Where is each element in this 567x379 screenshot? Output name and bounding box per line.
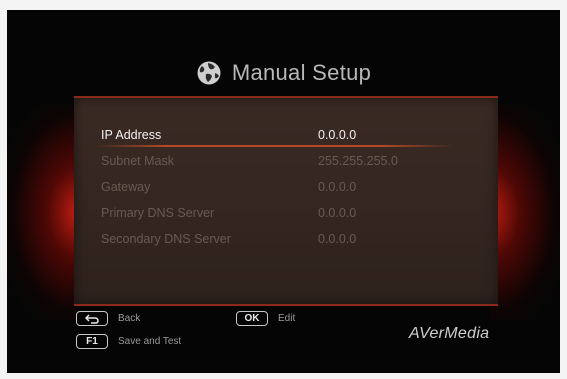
f1-key[interactable]: F1 — [76, 334, 108, 349]
tv-screen: Manual Setup IP Address 0.0.0.0 Subnet M… — [7, 10, 560, 373]
left-red-glow — [7, 105, 77, 320]
footer-hints: Back OK Edit F1 Save and Test AVerMedia — [7, 310, 560, 365]
field-label: Secondary DNS Server — [101, 232, 231, 246]
globe-icon — [197, 61, 221, 85]
field-value: 0.0.0.0 — [318, 232, 357, 246]
brand-logo: AVerMedia — [409, 325, 490, 342]
field-row-primary-dns[interactable]: Primary DNS Server 0.0.0.0 — [74, 202, 498, 226]
settings-panel: IP Address 0.0.0.0 Subnet Mask 255.255.2… — [74, 96, 498, 306]
field-value: 0.0.0.0 — [318, 180, 357, 194]
field-row-subnet-mask[interactable]: Subnet Mask 255.255.255.0 — [74, 150, 498, 174]
field-value: 0.0.0.0 — [318, 128, 357, 142]
field-label: Primary DNS Server — [101, 206, 215, 220]
field-value: 255.255.255.0 — [318, 154, 398, 168]
field-row-gateway[interactable]: Gateway 0.0.0.0 — [74, 176, 498, 200]
right-red-glow — [490, 105, 560, 320]
title-bar: Manual Setup — [7, 57, 560, 89]
field-label: IP Address — [101, 128, 162, 142]
back-hint[interactable]: Back — [76, 311, 140, 326]
field-row-secondary-dns[interactable]: Secondary DNS Server 0.0.0.0 — [74, 228, 498, 252]
field-row-ip-address[interactable]: IP Address 0.0.0.0 — [74, 124, 498, 148]
edit-hint[interactable]: OK Edit — [236, 311, 295, 326]
edit-label: Edit — [278, 313, 296, 324]
return-arrow-icon — [85, 313, 99, 324]
save-test-hint[interactable]: F1 Save and Test — [76, 334, 181, 349]
field-label: Gateway — [101, 180, 151, 194]
page-title: Manual Setup — [231, 60, 372, 85]
field-value: 0.0.0.0 — [318, 206, 357, 220]
back-label: Back — [118, 313, 141, 324]
field-label: Subnet Mask — [101, 154, 174, 168]
back-key[interactable] — [76, 311, 108, 326]
save-test-label: Save and Test — [118, 336, 182, 347]
selection-underline — [94, 145, 454, 147]
ok-key[interactable]: OK — [236, 311, 268, 326]
